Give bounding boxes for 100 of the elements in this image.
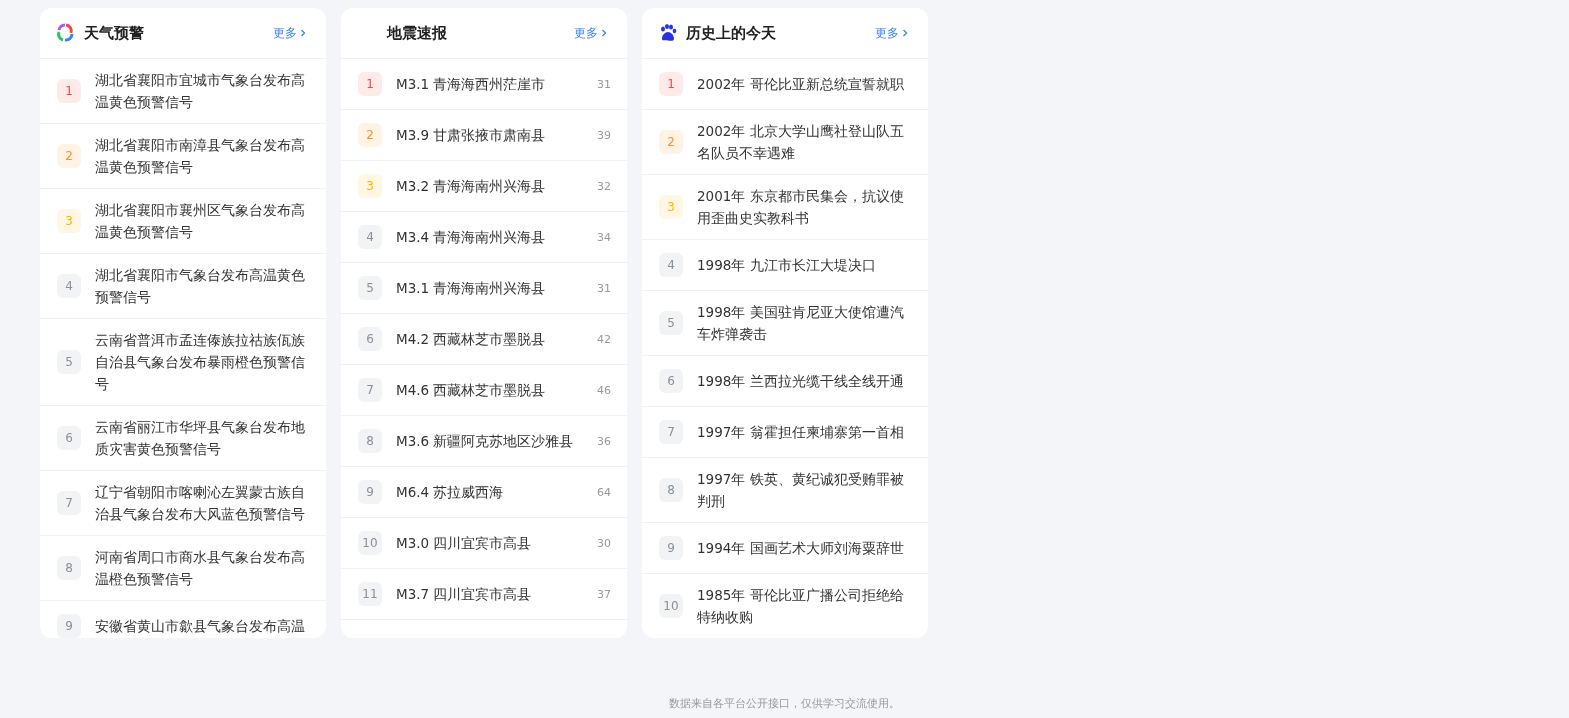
rank-badge: 3 <box>659 195 683 219</box>
item-count: 37 <box>597 587 611 601</box>
item-text: 1985年 哥伦比亚广播公司拒绝给特纳收购 <box>697 586 905 627</box>
item-text: 1998年 兰西拉光缆干线全线开通 <box>697 372 905 391</box>
rank-badge: 3 <box>358 174 382 198</box>
rank-badge: 1 <box>358 72 382 96</box>
item-text: M3.9 甘肃张掖市肃南县 <box>396 126 547 145</box>
list-item[interactable]: 1 湖北省襄阳市宜城市气象台发布高温黄色预警信号 <box>40 59 326 124</box>
item-text: M3.0 四川宜宾市高县 <box>396 534 533 553</box>
list-item[interactable]: 6 M4.2 西藏林芝市墨脱县 42 <box>341 314 627 365</box>
card-title: 天气预警 <box>84 23 144 43</box>
list-item[interactable]: 11 M3.7 四川宜宾市高县 37 <box>341 569 627 620</box>
rank-badge: 11 <box>358 582 382 606</box>
list-item[interactable]: 8 M3.6 新疆阿克苏地区沙雅县 36 <box>341 416 627 467</box>
item-text: 云南省丽江市华坪县气象台发布地质灾害黄色预警信号 <box>95 418 306 459</box>
item-text: M4.6 西藏林芝市墨脱县 <box>396 381 547 400</box>
rank-badge: 10 <box>358 531 382 555</box>
item-text: M3.6 新疆阿克苏地区沙雅县 <box>396 432 575 451</box>
rank-badge: 7 <box>57 491 81 515</box>
rank-badge: 6 <box>57 426 81 450</box>
list-item[interactable]: 2 湖北省襄阳市南漳县气象台发布高温黄色预警信号 <box>40 124 326 189</box>
more-link[interactable]: 更多 <box>875 24 908 42</box>
list-item[interactable]: 9 M6.4 苏拉威西海 64 <box>341 467 627 518</box>
list-item[interactable]: 1 M3.1 青海海西州茫崖市 31 <box>341 59 627 110</box>
list-item[interactable]: 5 M3.1 青海海南州兴海县 31 <box>341 263 627 314</box>
list-item[interactable]: 9 1994年 国画艺术大师刘海粟辞世 <box>642 523 928 574</box>
list-item[interactable]: 7 M4.6 西藏林芝市墨脱县 46 <box>341 365 627 416</box>
list-item[interactable]: 6 1998年 兰西拉光缆干线全线开通 <box>642 356 928 407</box>
rank-badge: 9 <box>659 536 683 560</box>
list-item[interactable]: 1 2002年 哥伦比亚新总统宣誓就职 <box>642 59 928 110</box>
list-item[interactable]: 2 M3.9 甘肃张掖市肃南县 39 <box>341 110 627 161</box>
list-item[interactable]: 8 河南省周口市商水县气象台发布高温橙色预警信号 <box>40 536 326 601</box>
rank-badge: 7 <box>358 378 382 402</box>
rank-badge: 9 <box>358 480 382 504</box>
list-item[interactable]: 10 1985年 哥伦比亚广播公司拒绝给特纳收购 <box>642 574 928 638</box>
item-text: 2001年 东京都市民集会，抗议使用歪曲史实教科书 <box>697 187 905 228</box>
rank-badge: 6 <box>358 327 382 351</box>
item-text: 湖北省襄阳市宜城市气象台发布高温黄色预警信号 <box>95 71 306 112</box>
item-text: M3.1 青海海西州茫崖市 <box>396 75 547 94</box>
list-item[interactable]: 5 云南省普洱市孟连傣族拉祜族佤族自治县气象台发布暴雨橙色预警信号 <box>40 319 326 406</box>
more-link[interactable]: 更多 <box>574 24 607 42</box>
list-item[interactable]: 4 1998年 九江市长江大堤决口 <box>642 240 928 291</box>
list-item[interactable]: 3 M3.2 青海海南州兴海县 32 <box>341 161 627 212</box>
item-count: 30 <box>597 536 611 550</box>
rank-badge: 3 <box>57 209 81 233</box>
more-link[interactable]: 更多 <box>273 24 306 42</box>
list-item[interactable]: 7 1997年 翁霍担任柬埔寨第一首相 <box>642 407 928 458</box>
chevron-right-icon <box>300 29 306 37</box>
rank-badge: 8 <box>57 556 81 580</box>
list-item[interactable]: 2 2002年 北京大学山鹰社登山队五名队员不幸遇难 <box>642 110 928 175</box>
item-count: 31 <box>597 281 611 295</box>
footer-note: 数据来自各平台公开接口，仅供学习交流使用。 <box>668 697 901 711</box>
item-count: 31 <box>597 77 611 91</box>
list-item[interactable]: 4 M3.4 青海海南州兴海县 34 <box>341 212 627 263</box>
list-item[interactable]: 3 湖北省襄阳市襄州区气象台发布高温黄色预警信号 <box>40 189 326 254</box>
rank-badge: 10 <box>659 594 683 618</box>
item-text: 1997年 铁英、黄纪诚犯受贿罪被判刑 <box>697 470 905 511</box>
rank-badge: 7 <box>659 420 683 444</box>
list-item[interactable]: 8 1997年 铁英、黄纪诚犯受贿罪被判刑 <box>642 458 928 523</box>
list-item[interactable]: 5 1998年 美国驻肯尼亚大使馆遭汽车炸弹袭击 <box>642 291 928 356</box>
list-item[interactable]: 3 2001年 东京都市民集会，抗议使用歪曲史实教科书 <box>642 175 928 240</box>
item-text: 河南省周口市商水县气象台发布高温橙色预警信号 <box>95 548 306 589</box>
item-text: 湖北省襄阳市襄州区气象台发布高温黄色预警信号 <box>95 201 306 242</box>
rank-badge: 4 <box>57 274 81 298</box>
item-text: 1998年 美国驻肯尼亚大使馆遭汽车炸弹袭击 <box>697 303 905 344</box>
item-text: 湖北省襄阳市气象台发布高温黄色预警信号 <box>95 266 306 307</box>
item-text: 2002年 哥伦比亚新总统宣誓就职 <box>697 75 905 94</box>
list-item[interactable]: 7 辽宁省朝阳市喀喇沁左翼蒙古族自治县气象台发布大风蓝色预警信号 <box>40 471 326 536</box>
item-count: 42 <box>597 332 611 346</box>
card-title: 历史上的今天 <box>686 23 776 43</box>
item-count: 64 <box>597 485 611 499</box>
item-text: M3.1 青海海南州兴海县 <box>396 279 547 298</box>
list-item[interactable]: 9 安徽省黄山市歙县气象台发布高温 <box>40 601 326 638</box>
rank-badge: 8 <box>659 478 683 502</box>
item-text: M3.7 四川宜宾市高县 <box>396 585 533 604</box>
rank-badge: 9 <box>57 614 81 638</box>
list-item[interactable]: 6 云南省丽江市华坪县气象台发布地质灾害黄色预警信号 <box>40 406 326 471</box>
list-item[interactable]: 4 湖北省襄阳市气象台发布高温黄色预警信号 <box>40 254 326 319</box>
rank-badge: 2 <box>57 144 81 168</box>
item-text: 云南省普洱市孟连傣族拉祜族佤族自治县气象台发布暴雨橙色预警信号 <box>95 331 306 394</box>
pinwheel-icon <box>56 23 76 43</box>
rank-badge: 4 <box>358 225 382 249</box>
rank-badge: 5 <box>358 276 382 300</box>
item-text: M6.4 苏拉威西海 <box>396 483 505 502</box>
item-text: M3.4 青海海南州兴海县 <box>396 228 547 247</box>
item-count: 32 <box>597 179 611 193</box>
item-text: M3.2 青海海南州兴海县 <box>396 177 547 196</box>
card-title: 地震速报 <box>387 23 447 43</box>
item-text: M4.2 西藏林芝市墨脱县 <box>396 330 547 349</box>
list-item[interactable]: 10 M3.0 四川宜宾市高县 30 <box>341 518 627 569</box>
rank-badge: 6 <box>659 369 683 393</box>
item-text: 湖北省襄阳市南漳县气象台发布高温黄色预警信号 <box>95 136 306 177</box>
chevron-right-icon <box>601 29 607 37</box>
rank-badge: 1 <box>659 72 683 96</box>
rank-badge: 2 <box>358 123 382 147</box>
item-count: 46 <box>597 383 611 397</box>
item-text: 1997年 翁霍担任柬埔寨第一首相 <box>697 423 905 442</box>
item-count: 34 <box>597 230 611 244</box>
chevron-right-icon <box>902 29 908 37</box>
item-text: 1994年 国画艺术大师刘海粟辞世 <box>697 539 905 558</box>
